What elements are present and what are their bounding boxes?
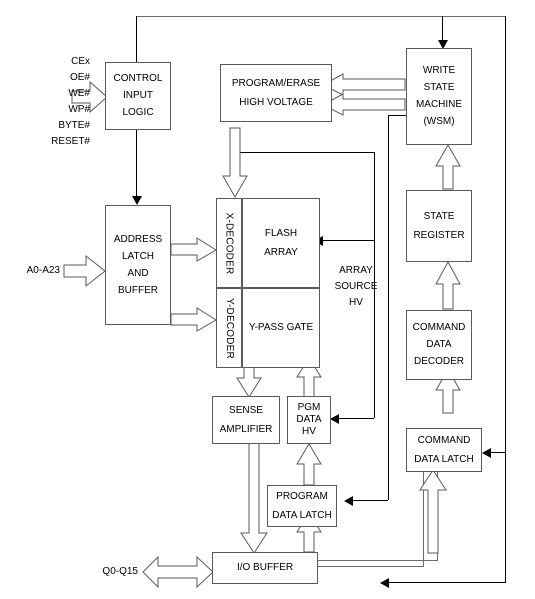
arrow-into-command-data-latch xyxy=(482,448,491,458)
block-y-decoder[interactable]: Y-DECODER xyxy=(216,288,242,368)
line-control-to-address-latch xyxy=(136,130,137,200)
write-state-machine-line-4: (WSM) xyxy=(423,116,455,127)
pgm-data-hv-line-2: DATA xyxy=(296,414,322,425)
signal-label-wp: WP# xyxy=(68,104,90,115)
bus-arrow-state-reg-to-wsm xyxy=(435,143,461,190)
control-input-logic-line-2: INPUT xyxy=(123,90,153,101)
command-data-decoder-line-3: DECODER xyxy=(413,356,464,367)
write-state-machine-line-1: WRITE xyxy=(422,65,456,76)
signal-label-we: WE# xyxy=(68,88,90,99)
bus-arrow-cdd-to-state-reg xyxy=(435,260,461,310)
block-sense-amplifier[interactable]: SENSE AMPLIFIER xyxy=(212,396,280,444)
address-latch-line-1: ADDRESS xyxy=(113,233,163,245)
command-data-latch-line-1: COMMAND xyxy=(417,434,471,446)
signal-label-address-bus: A0-A23 xyxy=(26,265,60,276)
y-pass-gate-label: Y-PASS GATE xyxy=(248,322,314,333)
program-data-latch-line-2: DATA LATCH xyxy=(272,509,332,521)
block-x-decoder[interactable]: X-DECODER xyxy=(216,198,242,288)
block-y-pass-gate[interactable]: Y-PASS GATE xyxy=(242,288,320,368)
line-into-flash-array xyxy=(320,240,374,241)
signal-label-byte: BYTE# xyxy=(58,120,90,131)
control-input-logic-line-1: CONTROL xyxy=(113,73,163,84)
arrow-into-address-latch xyxy=(132,196,142,205)
bus-arrow-wsm-to-pehv-upper xyxy=(321,73,406,96)
block-write-state-machine[interactable]: WRITE STATE MACHINE (WSM) xyxy=(406,48,472,145)
annotation-array-source-hv-line2: SOURCE xyxy=(334,281,378,292)
line-control-logic-top-stub xyxy=(136,16,137,63)
arrow-into-io-buffer-right xyxy=(380,578,389,588)
line-top-feedback-horizontal xyxy=(136,16,506,17)
signal-label-reset: RESET# xyxy=(51,136,90,147)
command-data-latch-line-2: DATA LATCH xyxy=(414,453,474,465)
flash-array-line-1: FLASH xyxy=(264,227,298,239)
arrow-into-program-data-latch xyxy=(344,496,353,506)
program-erase-hv-line-2: HIGH VOLTAGE xyxy=(239,96,313,108)
bus-arrow-pehv-to-xdecoder xyxy=(222,127,248,199)
block-control-input-logic[interactable]: CONTROL INPUT LOGIC xyxy=(105,62,171,130)
address-latch-line-2: LATCH xyxy=(121,250,155,262)
line-io-out-upper xyxy=(318,560,438,561)
line-io-out-lower xyxy=(318,566,424,567)
address-latch-line-3: AND xyxy=(127,267,149,279)
command-data-decoder-line-1: COMMAND xyxy=(412,322,466,333)
block-address-latch-and-buffer[interactable]: ADDRESS LATCH AND BUFFER xyxy=(105,205,171,325)
write-state-machine-line-2: STATE xyxy=(423,82,455,93)
bus-arrow-pdl-to-pgm-hv xyxy=(296,443,322,486)
state-register-line-1: STATE xyxy=(423,210,455,222)
line-pehv-branch-down-flash xyxy=(374,152,375,240)
annotation-array-source-hv-line1: ARRAY xyxy=(339,265,373,276)
bus-arrow-io-to-command-data-latch xyxy=(419,469,447,554)
block-command-data-latch[interactable]: COMMAND DATA LATCH xyxy=(406,428,482,472)
signal-label-data-bus: Q0-Q15 xyxy=(102,566,138,577)
block-command-data-decoder[interactable]: COMMAND DATA DECODER xyxy=(406,310,472,380)
io-buffer-label: I/O BUFFER xyxy=(236,562,294,573)
line-pehv-branch-horizontal xyxy=(232,152,374,153)
line-wsm-top-drop xyxy=(442,16,443,43)
program-data-latch-line-1: PROGRAM xyxy=(276,490,328,502)
sense-amplifier-line-1: SENSE xyxy=(229,404,263,416)
signal-label-cex: CEx xyxy=(71,56,90,67)
bus-arrow-address-input xyxy=(63,254,106,288)
line-bottom-return-horizontal xyxy=(386,582,506,583)
block-diagram-canvas: CEx OE# WE# WP# BYTE# RESET# A0-A23 Q0-Q… xyxy=(0,0,535,599)
arrow-into-pgm-data-hv xyxy=(330,414,339,424)
bus-arrow-wsm-to-pehv-lower xyxy=(321,93,406,116)
pgm-data-hv-line-1: PGM xyxy=(297,402,321,413)
line-wsm-to-program-data-latch-vertical xyxy=(388,115,389,500)
x-decoder-label: X-DECODER xyxy=(223,212,235,274)
pgm-data-hv-line-3: HV xyxy=(302,426,316,437)
program-erase-hv-line-1: PROGRAM/ERASE xyxy=(231,77,321,89)
sense-amplifier-line-2: AMPLIFIER xyxy=(219,423,273,435)
signal-label-oe: OE# xyxy=(69,72,90,83)
y-decoder-label: Y-DECODER xyxy=(223,297,235,359)
control-input-logic-line-3: LOGIC xyxy=(122,107,154,118)
bus-arrow-sense-amp-to-io xyxy=(240,442,268,554)
state-register-line-2: REGISTER xyxy=(413,229,465,241)
block-program-data-latch[interactable]: PROGRAM DATA LATCH xyxy=(267,485,337,527)
block-flash-array[interactable]: FLASH ARRAY xyxy=(242,198,320,288)
write-state-machine-line-3: MACHINE xyxy=(415,99,463,110)
bus-arrow-address-to-xdecoder xyxy=(170,237,217,262)
annotation-array-source-hv-line3: HV xyxy=(349,297,363,308)
block-program-erase-high-voltage[interactable]: PROGRAM/ERASE HIGH VOLTAGE xyxy=(220,64,332,122)
bus-arrow-data-io-bidirectional xyxy=(142,555,214,589)
block-pgm-data-hv[interactable]: PGM DATA HV xyxy=(287,396,331,444)
line-into-program-data-latch xyxy=(350,500,388,501)
address-latch-line-4: BUFFER xyxy=(118,284,158,296)
line-into-pgm-data-hv xyxy=(336,418,374,419)
line-right-rail-vertical xyxy=(505,16,506,583)
bus-arrow-address-to-ydecoder xyxy=(170,307,217,332)
block-state-register[interactable]: STATE REGISTER xyxy=(406,190,472,262)
flash-array-line-2: ARRAY xyxy=(264,246,298,258)
command-data-decoder-line-2: DATA xyxy=(426,339,452,350)
block-io-buffer[interactable]: I/O BUFFER xyxy=(212,552,318,584)
